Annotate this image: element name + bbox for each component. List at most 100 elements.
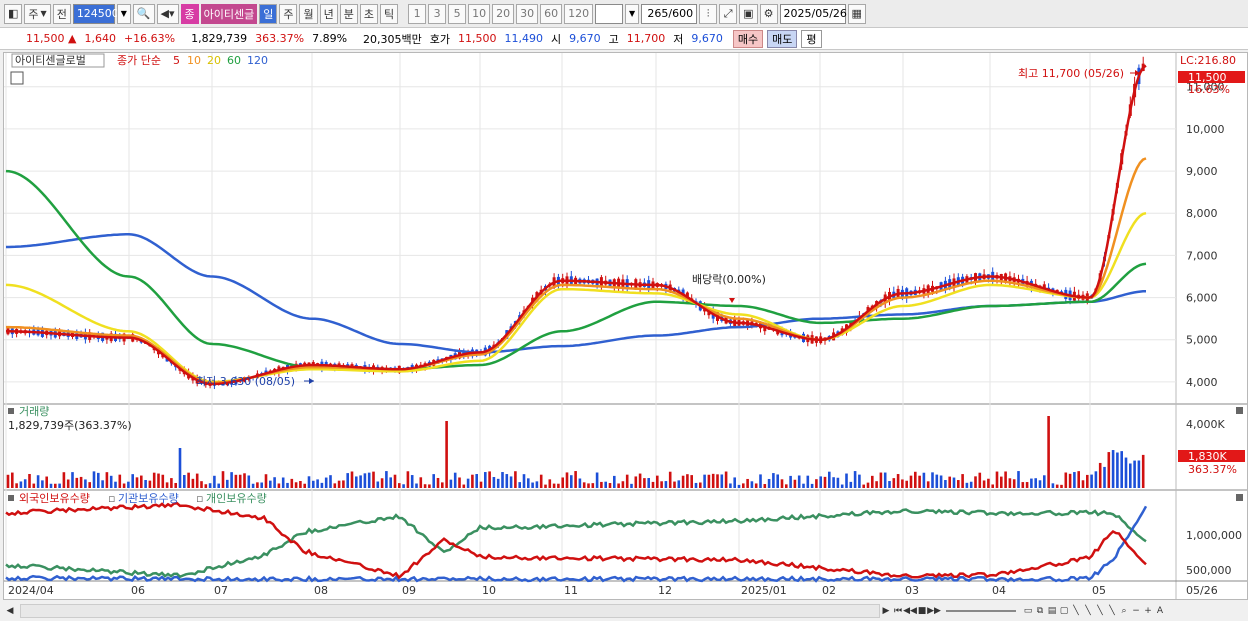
- chart-settings-icon[interactable]: ◧: [4, 3, 23, 24]
- period-tick[interactable]: 틱: [379, 3, 399, 24]
- volume-bar: [987, 478, 990, 488]
- x-tick-label: 2025/01: [741, 584, 787, 597]
- volume-bar: [539, 474, 543, 488]
- minute-dropdown-icon[interactable]: ▼: [625, 3, 640, 24]
- volume-bar: [355, 476, 358, 488]
- minute-10[interactable]: 10: [468, 3, 491, 24]
- period-second[interactable]: 초: [359, 3, 378, 24]
- volume-bar: [230, 472, 233, 488]
- volume-bar: [1043, 475, 1046, 488]
- scroll-right-icon[interactable]: ▶: [880, 604, 892, 618]
- grid-toggle-icon[interactable]: [10, 71, 24, 85]
- chart-svg[interactable]: 11,00010,0009,0008,0007,0006,0005,0004,0…: [4, 53, 1247, 599]
- sell-button[interactable]: 매도: [767, 29, 798, 48]
- period-minute[interactable]: 분: [339, 3, 358, 24]
- volume-bar: [969, 481, 973, 488]
- gear-icon[interactable]: ⚙: [759, 3, 778, 24]
- font-size-icon[interactable]: A: [1154, 604, 1166, 618]
- minute-3[interactable]: 3: [428, 3, 447, 24]
- draw-line-4-icon[interactable]: ╲: [1106, 604, 1118, 618]
- draw-line-3-icon[interactable]: ╲: [1094, 604, 1106, 618]
- zoom-icon[interactable]: ⌕: [1118, 604, 1130, 618]
- stock-code-input[interactable]: 124500: [72, 3, 119, 24]
- draw-line-icon[interactable]: ╲: [1070, 604, 1082, 618]
- minute-1[interactable]: 1: [408, 3, 427, 24]
- minute-5[interactable]: 5: [448, 3, 467, 24]
- volume-bar: [1120, 451, 1123, 488]
- minute-120[interactable]: 120: [564, 3, 594, 24]
- draw-tool-icon[interactable]: ⤢: [719, 3, 738, 24]
- candle-icon[interactable]: ⫶: [699, 3, 718, 24]
- scroll-bar[interactable]: ◀ ▶ ⏮ ◀◀ ■ ▶▶ ▭ ⧉ ▤ ▢ ╲ ╲ ╲ ╲ ⌕ − + A: [0, 600, 1248, 621]
- screen-icon[interactable]: ▢: [1058, 604, 1070, 618]
- volume-bar: [372, 471, 375, 488]
- zoom-in-icon[interactable]: +: [1142, 604, 1154, 618]
- scroll-track[interactable]: [20, 603, 880, 618]
- volume-bar: [527, 478, 530, 488]
- buy-button[interactable]: 매수: [732, 29, 764, 48]
- open-price: 9,670: [569, 32, 601, 45]
- volume-bar: [574, 471, 577, 488]
- volume-bar: [617, 483, 620, 488]
- volume-bar: [49, 483, 53, 488]
- minute-30[interactable]: 30: [516, 3, 539, 24]
- date-input[interactable]: 2025/05/26: [779, 3, 847, 24]
- volume-bar: [458, 477, 461, 488]
- search-icon[interactable]: 🔍: [132, 3, 155, 24]
- volume-bar: [221, 471, 225, 488]
- zoom-slider[interactable]: [946, 609, 1016, 612]
- period-year[interactable]: 년: [319, 3, 338, 24]
- zoom-out-icon[interactable]: −: [1130, 604, 1142, 618]
- volume-bar: [238, 474, 242, 488]
- volume-bar: [703, 474, 706, 488]
- volume-bar: [1047, 416, 1050, 488]
- minute-60[interactable]: 60: [540, 3, 563, 24]
- calendar-icon[interactable]: ▦: [847, 3, 866, 24]
- save-icon[interactable]: ▣: [739, 3, 758, 24]
- volume-bar: [294, 482, 298, 488]
- count-input[interactable]: 265/600: [641, 3, 698, 24]
- average-button[interactable]: 평: [801, 29, 822, 48]
- ma-line-5: [6, 64, 1147, 386]
- dividend-marker-icon: [729, 298, 735, 303]
- volume-bar: [32, 483, 36, 488]
- volume-bar: [522, 474, 526, 488]
- volume-tick-label: 4,000K: [1186, 418, 1225, 431]
- holding-lines: [5, 501, 1148, 583]
- volume-panel-close-icon[interactable]: [1236, 407, 1243, 414]
- period-day[interactable]: 일: [259, 3, 278, 24]
- volume-bar: [187, 472, 190, 488]
- draw-line-2-icon[interactable]: ╲: [1082, 604, 1094, 618]
- panel-icon[interactable]: ▤: [1046, 604, 1058, 618]
- code-dropdown-icon[interactable]: ▼: [116, 3, 131, 24]
- volume-bar: [896, 474, 900, 488]
- minute-20[interactable]: 20: [492, 3, 515, 24]
- volume-bar: [595, 472, 599, 488]
- prev-button[interactable]: 전: [52, 3, 71, 24]
- volume-bar: [656, 475, 659, 488]
- volume-bar: [376, 481, 380, 488]
- volume-bar: [445, 421, 448, 488]
- view-mode-icon[interactable]: ▭: [1022, 604, 1034, 618]
- period-week[interactable]: 주: [279, 3, 298, 24]
- volume-bar: [561, 477, 564, 488]
- moving-average-lines: [5, 64, 1147, 386]
- volume-bar: [195, 473, 199, 488]
- market-select[interactable]: 주 ▼: [24, 3, 51, 24]
- period-month[interactable]: 월: [299, 3, 318, 24]
- stock-type-badge: 종: [180, 3, 199, 24]
- holding-panel-close-icon[interactable]: [1236, 494, 1243, 501]
- volume-bar: [785, 484, 788, 488]
- volume-bar: [11, 472, 14, 488]
- price-tick-label: 4,000: [1186, 376, 1218, 389]
- custom-minute-input[interactable]: [595, 3, 624, 24]
- volume-bar: [122, 483, 126, 488]
- compare-icon[interactable]: ⧉: [1034, 604, 1046, 618]
- volume-bar: [75, 477, 79, 488]
- chart-area[interactable]: 11,000 10,000 9,000 8,000 7,000 6,000 5,000 4,0…: [3, 52, 1248, 600]
- play-back-icon[interactable]: ◀◀: [903, 604, 917, 618]
- sound-icon[interactable]: ◀▾: [156, 3, 179, 24]
- volume-bar: [157, 473, 160, 488]
- scroll-left-icon[interactable]: ◀: [4, 604, 16, 618]
- play-forward-icon[interactable]: ▶▶: [927, 604, 941, 618]
